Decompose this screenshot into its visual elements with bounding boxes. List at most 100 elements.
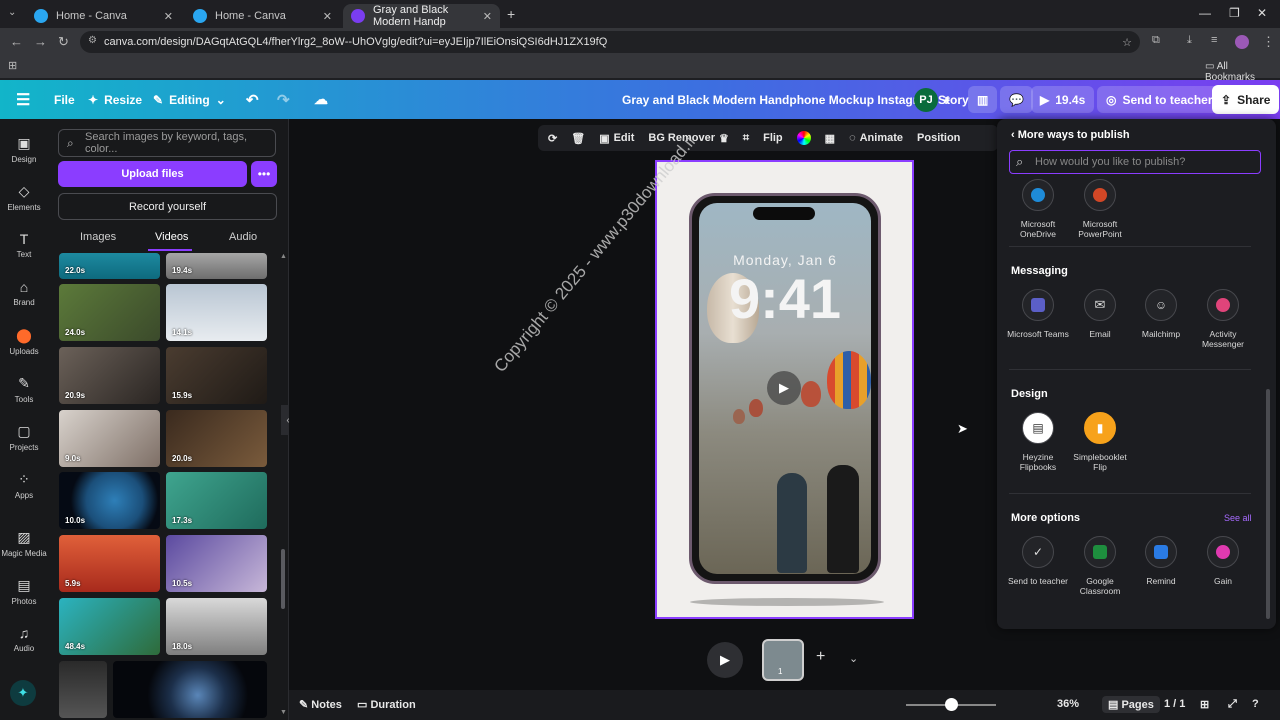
tab-videos[interactable]: Videos <box>155 231 188 243</box>
panel-scrollbar[interactable]: ▲ ▼ <box>280 253 287 719</box>
option-simplebooklet-flip[interactable]: ▮ Simplebooklet Flip <box>1069 412 1131 472</box>
zoom-level[interactable]: 36% <box>1057 698 1079 710</box>
close-window-icon[interactable]: ✕ <box>1257 6 1267 20</box>
browser-menu-icon[interactable]: ⋮ <box>1262 34 1275 50</box>
publish-scrollbar[interactable] <box>1266 389 1270 619</box>
browser-tab-1[interactable]: Home - Canva ✕ <box>26 4 181 28</box>
undo-icon[interactable]: ↶ <box>246 80 259 119</box>
share-button[interactable]: ⇪ Share <box>1212 85 1280 114</box>
publish-back-button[interactable]: ‹ More ways to publish <box>1011 129 1130 141</box>
tab-audio[interactable]: Audio <box>229 231 257 243</box>
add-page-icon[interactable]: + <box>816 648 825 666</box>
video-thumbnail[interactable] <box>113 661 267 718</box>
video-thumbnail[interactable]: 24.0s <box>59 284 160 341</box>
url-field[interactable]: ⚙ canva.com/design/DAGqtAtGQL4/fherYlrg2… <box>80 31 1140 53</box>
transparency-icon[interactable]: ▦ <box>825 132 835 145</box>
rail-item-magic-media[interactable]: ▨ Magic Media <box>0 529 48 558</box>
see-all-link[interactable]: See all <box>1224 513 1252 523</box>
option-powerpoint[interactable]: Microsoft PowerPoint <box>1069 179 1131 239</box>
scroll-down-icon[interactable]: ▼ <box>280 709 287 716</box>
color-wheel-icon[interactable] <box>796 131 811 145</box>
video-thumbnail[interactable]: 9.0s <box>59 410 160 467</box>
option-email[interactable]: ✉ Email <box>1069 289 1131 339</box>
apps-grid-icon[interactable]: ⊞ <box>8 59 17 72</box>
pages-button[interactable]: ▤ Pages <box>1102 696 1160 713</box>
publish-search-input[interactable]: ⌕ How would you like to publish? <box>1009 150 1261 174</box>
close-icon[interactable]: ✕ <box>164 10 173 23</box>
scrollbar-thumb[interactable] <box>281 549 285 609</box>
animate-button[interactable]: ◌ Animate <box>849 132 903 144</box>
video-thumbnail[interactable]: 15.9s <box>166 347 267 404</box>
fullscreen-icon[interactable]: ⤢ <box>1228 698 1237 711</box>
profile-avatar[interactable] <box>1235 35 1249 49</box>
new-tab-icon[interactable]: + <box>507 6 515 22</box>
site-info-icon[interactable]: ⚙ <box>88 35 97 46</box>
video-thumbnail[interactable]: 48.4s <box>59 598 160 655</box>
page-thumbnail[interactable]: 1 <box>762 639 804 681</box>
video-thumbnail[interactable] <box>59 661 107 718</box>
option-activity-messenger[interactable]: Activity Messenger <box>1192 289 1254 349</box>
resize-button[interactable]: ✦ Resize <box>88 80 142 119</box>
crop-icon[interactable]: ⌗ <box>743 132 749 145</box>
option-google-classroom[interactable]: Google Classroom <box>1069 536 1131 596</box>
download-icon[interactable]: ⤓ <box>1187 34 1192 47</box>
option-heyzine-flipbooks[interactable]: ▤ Heyzine Flipbooks <box>1007 412 1069 472</box>
option-onedrive[interactable]: Microsoft OneDrive <box>1007 179 1069 239</box>
option-microsoft-teams[interactable]: Microsoft Teams <box>1007 289 1069 339</box>
option-mailchimp[interactable]: ☺ Mailchimp <box>1130 289 1192 339</box>
tab-images[interactable]: Images <box>80 231 116 243</box>
reload-icon[interactable]: ↻ <box>58 34 69 50</box>
option-send-to-teacher[interactable]: ✓ Send to teacher <box>1007 536 1069 586</box>
option-remind[interactable]: Remind <box>1130 536 1192 586</box>
extensions-icon[interactable]: ⧉ <box>1152 34 1160 47</box>
user-avatar[interactable]: PJ <box>914 87 938 112</box>
close-icon[interactable]: ✕ <box>323 10 332 23</box>
help-icon[interactable]: ? <box>1252 698 1259 710</box>
chevron-down-icon[interactable]: ⌄ <box>849 652 858 665</box>
editing-mode-button[interactable]: ✎ Editing ⌄ <box>153 80 226 119</box>
position-button[interactable]: Position <box>917 132 960 144</box>
trash-icon[interactable]: 🗑 <box>571 132 585 145</box>
send-to-teacher-button[interactable]: ◎ Send to teacher <box>1097 86 1222 113</box>
insights-icon[interactable]: ▥ <box>968 86 998 113</box>
upload-files-button[interactable]: Upload files <box>58 161 247 187</box>
search-input[interactable]: ⌕ Search images by keyword, tags, color.… <box>58 129 276 157</box>
rail-item-elements[interactable]: ◇ Elements <box>0 183 48 212</box>
record-yourself-button[interactable]: Record yourself <box>58 193 277 220</box>
video-thumbnail[interactable]: 19.4s <box>166 253 267 279</box>
video-thumbnail[interactable]: 22.0s <box>59 253 160 279</box>
video-thumbnail[interactable]: 20.9s <box>59 347 160 404</box>
rail-item-audio[interactable]: ♫ Audio <box>0 625 48 653</box>
rail-item-brand[interactable]: ⌂ Brand <box>0 279 48 307</box>
option-gain[interactable]: Gain <box>1192 536 1254 586</box>
video-thumbnail[interactable]: 10.5s <box>166 535 267 592</box>
tab-search-icon[interactable]: ⌄ <box>8 7 16 18</box>
file-menu[interactable]: File <box>54 80 75 119</box>
play-preview-icon[interactable]: ▶ <box>707 642 743 678</box>
scroll-up-icon[interactable]: ▲ <box>280 253 287 260</box>
flip-button[interactable]: Flip <box>763 132 783 144</box>
zoom-slider-handle[interactable] <box>945 698 958 711</box>
rail-item-text[interactable]: T Text <box>0 231 48 259</box>
bookmark-star-icon[interactable]: ☆ <box>1122 36 1132 49</box>
more-options-icon[interactable]: ••• <box>251 161 277 187</box>
main-menu-icon[interactable]: ☰ <box>16 80 30 119</box>
browser-tab-2[interactable]: Home - Canva ✕ <box>185 4 340 28</box>
video-thumbnail[interactable]: 5.9s <box>59 535 160 592</box>
video-thumbnail[interactable]: 14.1s <box>166 284 267 341</box>
rail-item-apps[interactable]: ⁘ Apps <box>0 471 48 500</box>
comments-icon[interactable]: 💬 <box>1000 86 1033 113</box>
restore-icon[interactable]: ❐ <box>1229 6 1240 20</box>
close-icon[interactable]: ✕ <box>483 10 492 23</box>
back-icon[interactable]: ← <box>10 34 23 49</box>
grid-view-icon[interactable]: ⊞ <box>1200 698 1209 711</box>
present-button[interactable]: ▶ 19.4s <box>1031 86 1095 113</box>
rail-item-uploads[interactable]: ⬤ Uploads <box>0 327 48 356</box>
video-thumbnail[interactable]: 20.0s <box>166 410 267 467</box>
video-thumbnail[interactable]: 17.3s <box>166 472 267 529</box>
video-thumbnail[interactable]: 18.0s <box>166 598 267 655</box>
media-icon[interactable]: ≡ <box>1211 34 1217 46</box>
replace-icon[interactable]: ⟳ <box>548 132 557 145</box>
rail-item-projects[interactable]: ▢ Projects <box>0 423 48 452</box>
forward-icon[interactable]: → <box>34 34 47 49</box>
